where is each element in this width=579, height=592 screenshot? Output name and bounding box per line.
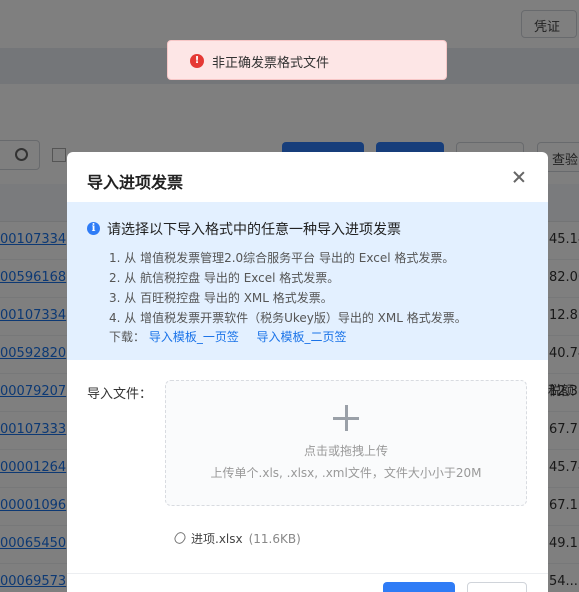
dialog-footer-divider <box>67 573 548 574</box>
info-icon: i <box>87 222 100 235</box>
import-file-label: 导入文件： <box>87 387 153 402</box>
info-item: 4. 从 增值税发票开票软件（税务Ukey版）导出的 XML 格式发票。 <box>109 311 467 325</box>
upload-hint: 上传单个.xls, .xlsx, .xml文件，文件大小小于20M <box>210 466 482 480</box>
format-info-box: i 请选择以下导入格式中的任意一种导入进项发票 1. 从 增值税发票管理2.0综… <box>67 202 548 360</box>
file-name: 进项.xlsx <box>191 532 243 546</box>
error-toast: ! 非正确发票格式文件 <box>167 40 447 80</box>
close-icon[interactable] <box>508 166 530 188</box>
download-label: 下载： <box>109 330 146 344</box>
paperclip-icon <box>172 530 188 546</box>
template-two-link[interactable]: 导入模板_二页签 <box>257 330 347 344</box>
template-one-link[interactable]: 导入模板_一页签 <box>149 330 239 344</box>
upload-dropzone[interactable]: 点击或拖拽上传 上传单个.xls, .xlsx, .xml文件，文件大小小于20… <box>165 380 527 506</box>
toast-message: 非正确发票格式文件 <box>212 56 330 71</box>
plus-icon <box>333 405 359 431</box>
info-item: 3. 从 百旺税控盘 导出的 XML 格式发票。 <box>109 291 333 305</box>
info-item: 1. 从 增值税发票管理2.0综合服务平台 导出的 Excel 格式发票。 <box>109 251 455 265</box>
info-heading: 请选择以下导入格式中的任意一种导入进项发票 <box>107 222 401 238</box>
file-size: (11.6KB) <box>248 532 301 546</box>
uploaded-file[interactable]: 进项.xlsx (11.6KB) <box>172 530 301 547</box>
download-row: 下载： 导入模板_一页签 导入模板_二页签 <box>109 328 347 345</box>
info-item: 2. 从 航信税控盘 导出的 Excel 格式发票。 <box>109 271 340 285</box>
cancel-button[interactable] <box>467 582 527 592</box>
confirm-button[interactable] <box>383 582 455 592</box>
error-icon: ! <box>190 54 204 68</box>
import-invoice-dialog: 导入进项发票 i 请选择以下导入格式中的任意一种导入进项发票 1. 从 增值税发… <box>67 152 548 592</box>
dialog-title: 导入进项发票 <box>87 173 184 192</box>
upload-main-text: 点击或拖拽上传 <box>303 444 388 458</box>
